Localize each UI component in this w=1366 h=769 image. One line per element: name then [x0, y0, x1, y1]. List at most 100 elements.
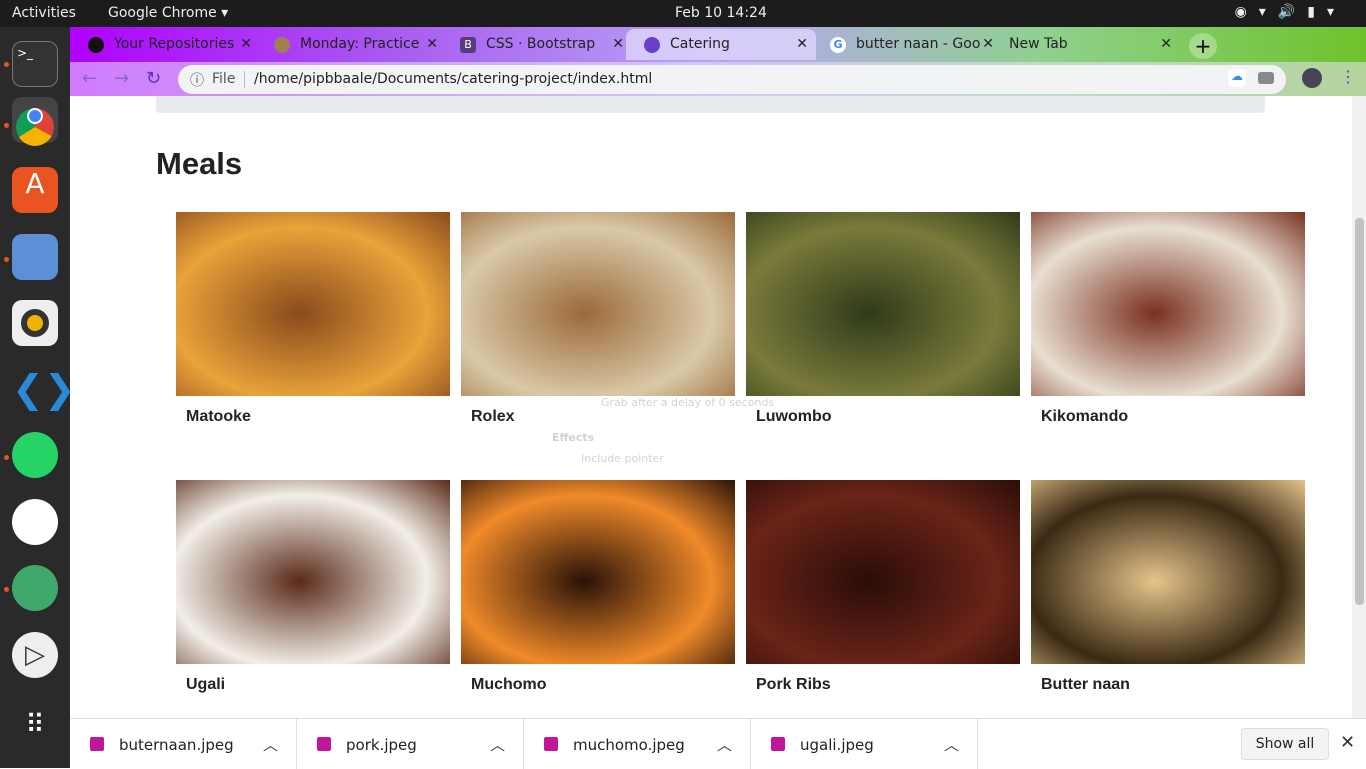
meal-name: Matooke: [186, 408, 251, 425]
download-item[interactable]: ugali.jpeg ︿: [751, 719, 978, 769]
vscode-icon[interactable]: ❮❯: [12, 367, 76, 413]
meal-card[interactable]: Ugali: [176, 480, 450, 694]
slack-icon[interactable]: [12, 499, 58, 545]
image-file-icon: [544, 737, 558, 751]
system-tray[interactable]: ◉▾🔊▮▾: [1235, 4, 1346, 20]
chevron-up-icon[interactable]: ︿: [717, 734, 732, 755]
activities-button[interactable]: Activities: [12, 5, 76, 21]
download-filename: ugali.jpeg: [800, 736, 874, 754]
tab-your-repositories[interactable]: Your Repositories ✕: [70, 29, 260, 60]
app-menu[interactable]: Google Chrome ▾: [108, 5, 228, 21]
avatar[interactable]: [1302, 68, 1322, 88]
tab-butter-naan[interactable]: Gbutter naan - Goo ✕: [812, 29, 1002, 60]
meal-name: Muchomo: [471, 676, 547, 693]
close-tab-icon[interactable]: ✕: [426, 36, 438, 52]
download-item[interactable]: buternaan.jpeg ︿: [70, 719, 297, 769]
ghost-overlay-text: Grab after a delay of 0 seconds Effects …: [552, 396, 775, 465]
google-icon: G: [830, 37, 846, 53]
address-bar[interactable]: ⓘ File /home/pipbbaale/Documents/caterin…: [178, 65, 1286, 94]
forward-button[interactable]: →: [114, 68, 129, 89]
meal-card[interactable]: Kikomando: [1031, 212, 1305, 426]
scheme-label: File: [212, 71, 236, 87]
tab-label: New Tab: [1009, 36, 1068, 52]
scrollbar[interactable]: [1352, 96, 1366, 718]
whatsapp-icon[interactable]: [12, 432, 58, 478]
meal-name: Ugali: [186, 676, 226, 693]
download-item[interactable]: pork.jpeg ︿: [297, 719, 524, 769]
meal-image: [746, 212, 1020, 396]
tab-css-bootstrap[interactable]: B CSS · Bootstrap ✕: [442, 29, 632, 60]
files-icon[interactable]: [12, 234, 58, 280]
url-text[interactable]: /home/pipbbaale/Documents/catering-proje…: [254, 71, 652, 87]
meal-image: [461, 212, 735, 396]
chevron-up-icon[interactable]: ︿: [944, 734, 959, 755]
meal-card[interactable]: Butter naan: [1031, 480, 1305, 694]
github-icon: [88, 37, 104, 53]
rhythmbox-icon[interactable]: [12, 300, 58, 346]
bootstrap-icon: B: [460, 37, 476, 53]
close-tab-icon[interactable]: ✕: [240, 36, 252, 52]
tab-new-tab[interactable]: New Tab ✕: [994, 29, 1180, 60]
download-item[interactable]: muchomo.jpeg ︿: [524, 719, 751, 769]
meal-image: [1031, 212, 1305, 396]
back-button[interactable]: ←: [82, 68, 97, 89]
meal-name: Kikomando: [1041, 408, 1129, 425]
meal-image: [746, 480, 1020, 664]
chevron-up-icon[interactable]: ︿: [263, 734, 278, 755]
show-apps-icon[interactable]: ⠿: [12, 710, 58, 756]
page-title: Meals: [156, 146, 243, 181]
software-center-icon[interactable]: A: [12, 167, 58, 213]
download-filename: pork.jpeg: [346, 736, 417, 754]
meal-name: Pork Ribs: [756, 676, 831, 693]
globe-icon: [644, 37, 660, 53]
meal-card[interactable]: Pork Ribs: [746, 480, 1020, 694]
close-tab-icon[interactable]: ✕: [612, 36, 624, 52]
system-top-bar: Activities Google Chrome ▾ Feb 10 14:24 …: [0, 0, 1366, 27]
close-tab-icon[interactable]: ✕: [982, 36, 994, 52]
chrome-icon[interactable]: [12, 97, 58, 146]
page-content: Meals Matooke Rolex Luwombo Kikomando Ugali M…: [70, 96, 1352, 718]
meal-image: [461, 480, 735, 664]
tab-label: CSS · Bootstrap: [486, 36, 596, 52]
new-tab-button[interactable]: +: [1189, 33, 1217, 59]
video-player-icon[interactable]: ▷: [12, 632, 58, 678]
download-filename: muchomo.jpeg: [573, 736, 685, 754]
tab-monday-practice[interactable]: Monday: Practice ✕: [256, 29, 446, 60]
meal-image: [176, 212, 450, 396]
close-tab-icon[interactable]: ✕: [796, 36, 808, 52]
tab-label: Monday: Practice: [300, 36, 420, 52]
cloud-extension-icon[interactable]: ☁: [1228, 69, 1246, 87]
show-all-button[interactable]: Show all: [1241, 728, 1329, 760]
download-filename: buternaan.jpeg: [119, 736, 234, 754]
toolbar: ← → ↻ ⓘ File /home/pipbbaale/Documents/c…: [70, 62, 1366, 96]
clock[interactable]: Feb 10 14:24: [675, 5, 767, 21]
info-icon[interactable]: ⓘ: [190, 70, 204, 90]
atom-icon[interactable]: [12, 565, 58, 611]
header-bar: [156, 96, 1265, 113]
meal-image: [1031, 480, 1305, 664]
page-icon: [274, 37, 290, 53]
meal-image: [176, 480, 450, 664]
terminal-icon[interactable]: >_: [12, 41, 58, 87]
close-icon[interactable]: ✕: [1340, 732, 1355, 753]
tab-label: Catering: [670, 36, 730, 52]
download-bar: buternaan.jpeg ︿ pork.jpeg ︿ muchomo.jpeg ︿ ug…: [70, 718, 1366, 769]
meal-card[interactable]: Rolex: [461, 212, 735, 426]
menu-icon[interactable]: ⋮: [1340, 67, 1356, 86]
image-file-icon: [771, 737, 785, 751]
browser-chrome: Your Repositories ✕ Monday: Practice ✕ B CS…: [70, 27, 1366, 96]
meal-card[interactable]: Luwombo: [746, 212, 1020, 426]
reload-button[interactable]: ↻: [146, 68, 161, 89]
extension-icon[interactable]: [1258, 72, 1274, 84]
scrollbar-thumb[interactable]: [1355, 218, 1364, 605]
dock: >_ A ❮❯ ▷ ⠿: [0, 27, 76, 768]
image-file-icon: [90, 737, 104, 751]
image-file-icon: [317, 737, 331, 751]
meal-card[interactable]: Muchomo: [461, 480, 735, 694]
tab-catering[interactable]: Catering ✕: [626, 29, 816, 60]
chevron-up-icon[interactable]: ︿: [490, 734, 505, 755]
meal-name: Butter naan: [1041, 676, 1130, 693]
meal-card[interactable]: Matooke: [176, 212, 450, 426]
close-tab-icon[interactable]: ✕: [1160, 36, 1172, 52]
tab-label: butter naan - Goo: [856, 36, 981, 52]
